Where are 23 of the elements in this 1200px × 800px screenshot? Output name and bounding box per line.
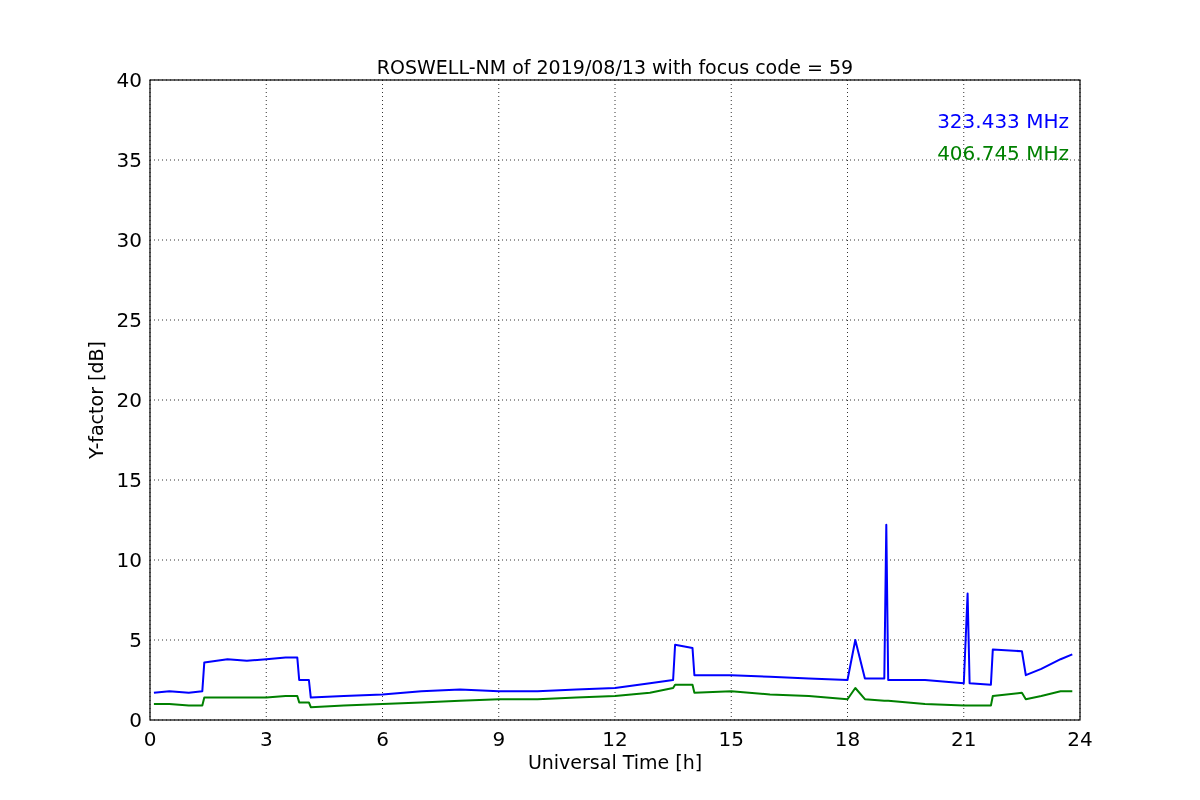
x-tick-label: 21 bbox=[951, 727, 977, 751]
y-tick-label: 5 bbox=[129, 628, 142, 652]
y-tick-label: 40 bbox=[116, 68, 142, 92]
x-tick-label: 18 bbox=[834, 727, 861, 751]
x-tick-label: 24 bbox=[1067, 727, 1093, 751]
y-tick-label: 10 bbox=[116, 548, 142, 572]
x-axis-label: Universal Time [h] bbox=[527, 751, 703, 773]
y-tick-label: 15 bbox=[116, 468, 142, 492]
x-tick-label: 15 bbox=[718, 727, 744, 751]
x-tick-label: 6 bbox=[376, 727, 389, 751]
y-axis-label: Y-factor [dB] bbox=[85, 341, 107, 459]
y-tick-label: 20 bbox=[116, 388, 142, 412]
x-tick-label: 0 bbox=[143, 727, 157, 751]
y-tick-label: 25 bbox=[116, 308, 142, 332]
x-tick-label: 12 bbox=[602, 727, 628, 751]
y-tick-label: 30 bbox=[116, 228, 142, 252]
chart-title: ROSWELL-NM of 2019/08/13 with focus code = 59 bbox=[376, 56, 854, 78]
legend-label: 406.745 MHz bbox=[937, 141, 1069, 165]
x-tick-label: 3 bbox=[259, 727, 273, 751]
y-tick-label: 0 bbox=[129, 708, 142, 732]
x-tick-label: 9 bbox=[492, 727, 506, 751]
legend-label: 323.433 MHz bbox=[937, 109, 1069, 133]
y-tick-label: 35 bbox=[116, 148, 142, 172]
